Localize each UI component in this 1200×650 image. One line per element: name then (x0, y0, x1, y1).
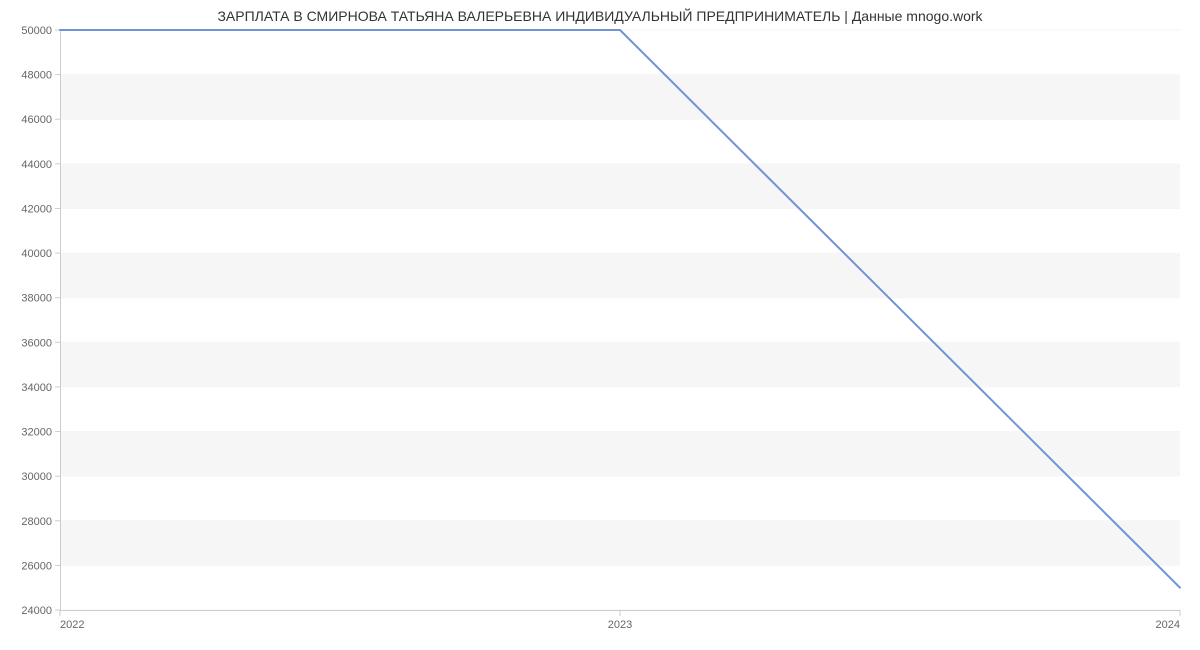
svg-text:34000: 34000 (21, 382, 52, 394)
svg-text:30000: 30000 (21, 471, 52, 483)
svg-text:48000: 48000 (21, 70, 52, 82)
svg-text:26000: 26000 (21, 560, 52, 572)
svg-text:44000: 44000 (21, 159, 52, 171)
plot-area: 2400026000280003000032000340003600038000… (60, 30, 1180, 610)
svg-text:2022: 2022 (60, 619, 84, 631)
chart-container: ЗАРПЛАТА В СМИРНОВА ТАТЬЯНА ВАЛЕРЬЕВНА И… (0, 0, 1200, 650)
svg-text:46000: 46000 (21, 114, 52, 126)
svg-text:28000: 28000 (21, 516, 52, 528)
svg-text:50000: 50000 (21, 25, 52, 37)
chart-title: ЗАРПЛАТА В СМИРНОВА ТАТЬЯНА ВАЛЕРЬЕВНА И… (0, 8, 1200, 24)
svg-text:36000: 36000 (21, 337, 52, 349)
svg-text:40000: 40000 (21, 248, 52, 260)
svg-text:24000: 24000 (21, 605, 52, 617)
svg-text:42000: 42000 (21, 203, 52, 215)
svg-text:2023: 2023 (608, 619, 632, 631)
svg-text:32000: 32000 (21, 427, 52, 439)
svg-text:38000: 38000 (21, 293, 52, 305)
svg-text:2024: 2024 (1156, 619, 1180, 631)
chart-svg: 2400026000280003000032000340003600038000… (60, 30, 1180, 630)
